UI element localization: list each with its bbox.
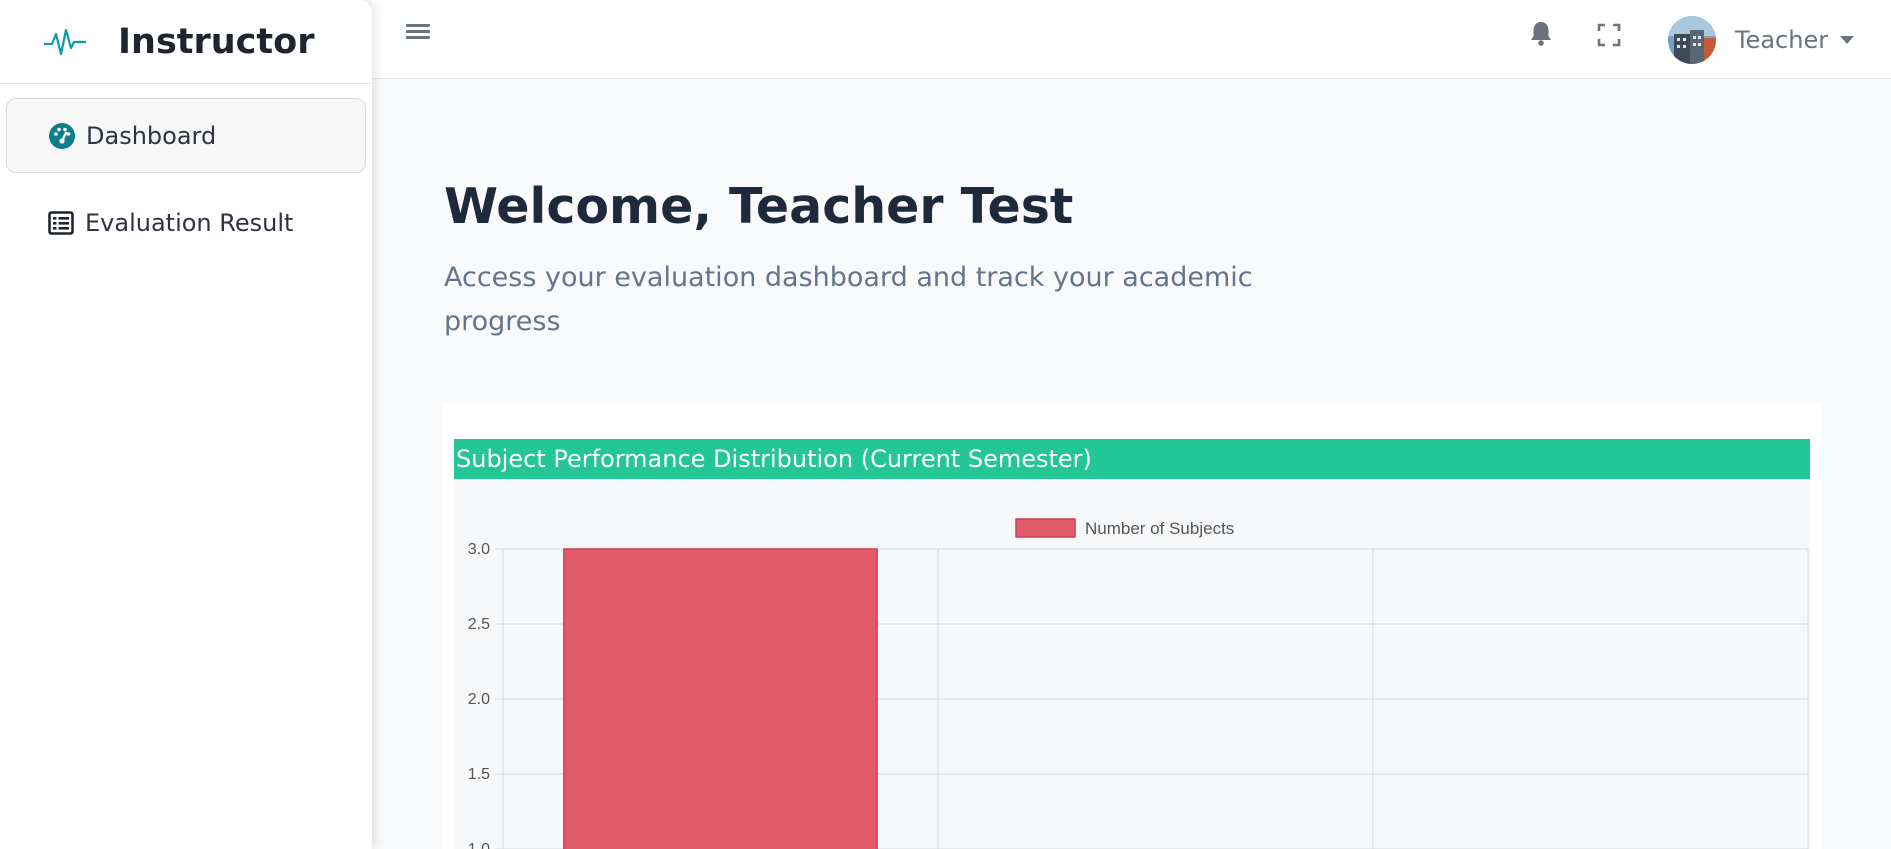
- avatar: [1668, 16, 1716, 64]
- sidebar-nav: Dashboard Evaluation Result: [0, 84, 372, 260]
- table-list-icon: [47, 209, 75, 237]
- topbar: Teacher: [372, 0, 1891, 79]
- y-tick-label: 2.5: [468, 616, 490, 633]
- user-name: Teacher: [1735, 26, 1829, 54]
- sidebar-item-dashboard[interactable]: Dashboard: [6, 98, 366, 173]
- brand-title: Instructor: [118, 21, 315, 62]
- hamburger-icon[interactable]: [406, 21, 430, 45]
- card-title: Subject Performance Distribution (Curren…: [454, 439, 1810, 479]
- chart-area: 3.0 2.5 2.0 1.5 1.0 Number of Subjects: [454, 479, 1810, 849]
- sidebar-item-label: Evaluation Result: [85, 208, 294, 237]
- bar: [563, 548, 878, 849]
- brand: Instructor: [0, 0, 372, 84]
- y-tick-label: 3.0: [468, 541, 490, 558]
- gauge-icon: [48, 122, 76, 150]
- page-subtitle: Access your evaluation dashboard and tra…: [444, 262, 1253, 337]
- y-tick-label: 1.0: [468, 841, 490, 849]
- chart-card: Subject Performance Distribution (Curren…: [442, 403, 1822, 849]
- y-tick-label: 1.5: [468, 766, 490, 783]
- pulse-icon: [44, 24, 86, 60]
- page-title: Welcome, Teacher Test: [444, 178, 1074, 235]
- user-menu[interactable]: Teacher: [1668, 16, 1855, 64]
- sidebar-item-label: Dashboard: [86, 121, 217, 150]
- legend-label: Number of Subjects: [1085, 519, 1234, 538]
- bell-icon[interactable]: [1528, 20, 1554, 48]
- y-tick-label: 2.0: [468, 691, 490, 708]
- legend-swatch: [1015, 518, 1076, 538]
- chevron-down-icon: [1840, 36, 1855, 44]
- fullscreen-icon[interactable]: [1597, 23, 1621, 47]
- bar-chart: 3.0 2.5 2.0 1.5 1.0 Number of Subjects: [468, 518, 1809, 849]
- sidebar: Instructor Dashboard Evaluation Result: [0, 0, 372, 849]
- sidebar-item-evaluation-result[interactable]: Evaluation Result: [6, 185, 366, 260]
